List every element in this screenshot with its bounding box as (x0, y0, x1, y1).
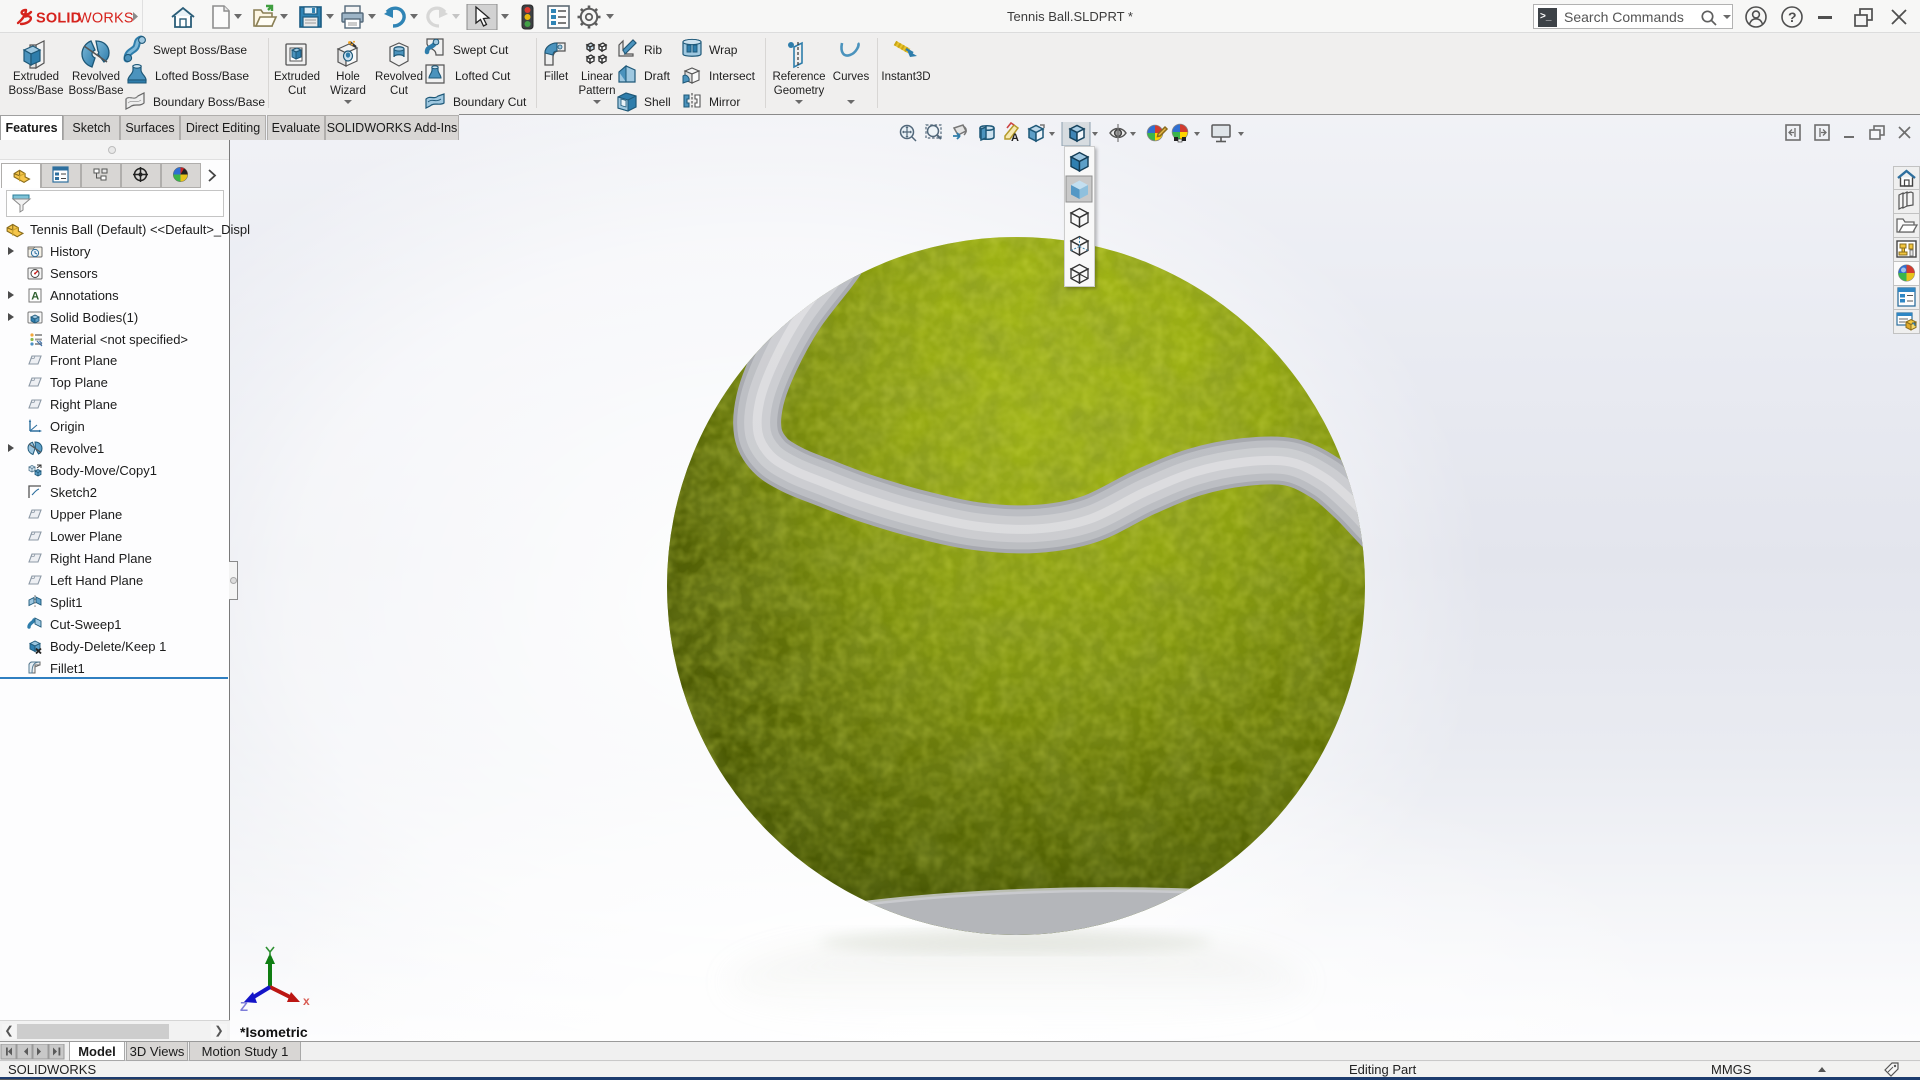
svg-text:SOLID: SOLID (36, 11, 81, 27)
svg-text:?: ? (1788, 9, 1797, 25)
svg-text:Z: Z (240, 999, 248, 1014)
svg-text:x: x (303, 994, 310, 1008)
svg-text:A: A (1011, 132, 1019, 144)
svg-text:WORKS: WORKS (78, 11, 134, 27)
